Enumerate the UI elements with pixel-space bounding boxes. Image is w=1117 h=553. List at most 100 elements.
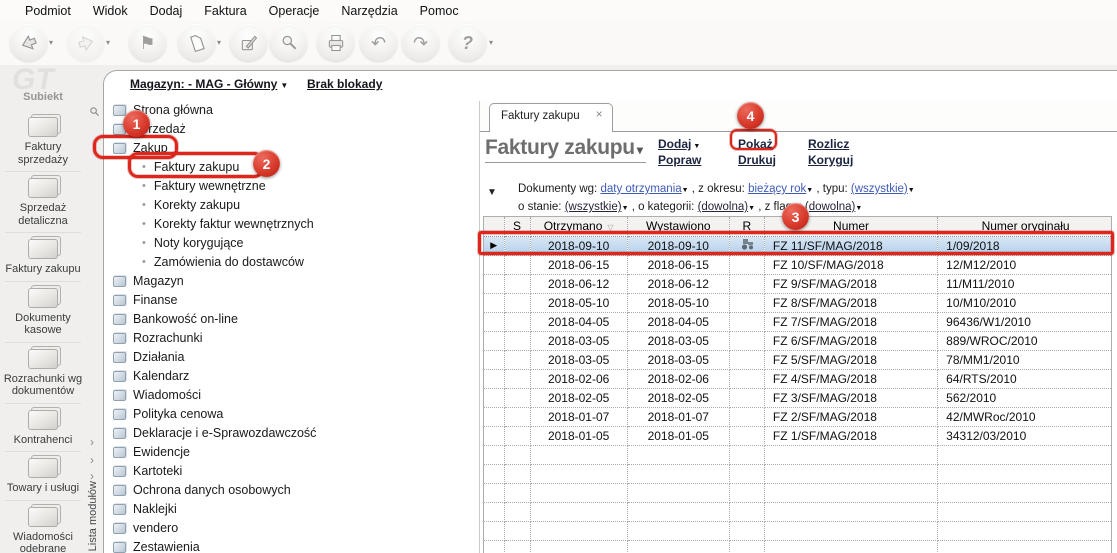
find-button[interactable] [270,24,307,61]
sidebar-item-rozrachunki[interactable]: Rozrachunki wg dokumentów [0,343,86,404]
col-numer-oryginalu[interactable]: Numer oryginału [938,217,1112,236]
menu-narzedzia[interactable]: Narzędzia [330,2,408,20]
tree-item-deklaracje[interactable]: Deklaracje i e-Sprawozdawczość [104,424,479,443]
new-document-dropdown-caret[interactable]: ▾ [217,38,221,47]
tree-item-ewidencje[interactable]: Ewidencje [104,443,479,462]
sidebar-item-towary[interactable]: Towary i usługi [0,452,86,501]
send-button[interactable] [67,24,104,61]
tree-item-vendero[interactable]: vendero [104,519,479,538]
tree-item-zakup[interactable]: Zakup [104,139,479,158]
tree-item-wiadomosci[interactable]: Wiadomości [104,386,479,405]
help-button[interactable]: ? [449,24,486,61]
tree-item-strona-glowna[interactable]: Strona główna [104,101,479,120]
chevron-down-icon[interactable]: ▼ [806,187,813,194]
tree-item-sprzedaz[interactable]: Sprzedaż [104,120,479,139]
col-otrzymano[interactable]: Otrzymano▽ [530,217,627,236]
menu-dodaj[interactable]: Dodaj [139,2,194,20]
table-row[interactable]: 2018-06-122018-06-12FZ 9/SF/MAG/201811/M… [484,274,1112,293]
popraw-link[interactable]: Popraw [658,153,738,169]
sidebar-item-faktury-sprzedazy[interactable]: Faktury sprzedaży [0,111,86,172]
tree-item-faktury-zakupu[interactable]: •Faktury zakupu [104,158,479,177]
table-row[interactable]: 2018-02-052018-02-05FZ 3/SF/MAG/2018562/… [484,388,1112,407]
menu-widok[interactable]: Widok [82,2,139,20]
sidebar-item-wiadomosci[interactable]: Wiadomości odebrane [0,501,86,553]
send-dropdown-caret[interactable]: ▾ [106,38,110,47]
tree-item-kalendarz[interactable]: Kalendarz [104,367,479,386]
close-icon[interactable]: × [596,107,603,132]
tree-item-korekty-zakupu[interactable]: •Korekty zakupu [104,196,479,215]
filter-flaga[interactable]: (dowolna) [805,201,856,213]
filter-collapse-caret[interactable]: ▼ [487,187,497,198]
koryguj-link[interactable]: Koryguj [808,153,898,169]
sidebar-item-faktury-zakupu[interactable]: Faktury zakupu [0,233,86,282]
chevron-down-icon[interactable]: ▼ [622,205,629,212]
tree-item-kartoteki[interactable]: Kartoteki [104,462,479,481]
sidebar-item-sprzedaz-detaliczna[interactable]: Sprzedaż detaliczna [0,172,86,233]
col-r[interactable]: R [729,217,764,236]
open-button[interactable] [10,24,47,61]
tree-item-bankowosc[interactable]: Bankowość on-line [104,310,479,329]
menu-pomoc[interactable]: Pomoc [409,2,470,20]
tree-item-faktury-wewnetrzne[interactable]: •Faktury wewnętrzne [104,177,479,196]
undo-button[interactable]: ↶ [360,24,397,61]
drukuj-link[interactable]: Drukuj [738,153,808,169]
tree-item-finanse[interactable]: Finanse [104,291,479,310]
table-row[interactable]: 2018-02-062018-02-06FZ 4/SF/MAG/201864/R… [484,369,1112,388]
warehouse-selector-link[interactable]: Magazyn: - MAG - Główny▼ [130,77,288,91]
print-button[interactable] [317,24,354,61]
pin-icon[interactable] [89,106,100,120]
tree-item-zamowienia[interactable]: •Zamówienia do dostawców [104,253,479,272]
table-row[interactable]: 2018-05-102018-05-10FZ 8/SF/MAG/201810/M… [484,293,1112,312]
tree-item-korekty-faktur[interactable]: •Korekty faktur wewnętrznych [104,215,479,234]
rozlicz-link[interactable]: Rozlicz [808,137,898,153]
tree-item-naklejki[interactable]: Naklejki [104,500,479,519]
filter-stan[interactable]: (wszystkie) [565,201,622,213]
col-s[interactable]: S [504,217,530,236]
table-row[interactable]: 2018-03-052018-03-05FZ 6/SF/MAG/2018889/… [484,331,1112,350]
chevron-down-icon[interactable]: ▼ [682,187,689,194]
sidebar-item-kontrahenci[interactable]: Kontrahenci [0,404,86,453]
tree-item-zestawienia[interactable]: Zestawienia [104,538,479,553]
filter-okres[interactable]: bieżący rok [748,183,806,195]
module-list-vertical-label[interactable]: Lista modułów [87,481,99,551]
col-wystawiono[interactable]: Wystawiono [627,217,729,236]
tree-item-noty-korygujace[interactable]: •Noty korygujące [104,234,479,253]
filter-dokumenty-wg[interactable]: daty otrzymania [600,183,681,195]
open-dropdown-caret[interactable]: ▾ [49,38,53,47]
table-row[interactable]: 2018-03-052018-03-05FZ 5/SF/MAG/201878/M… [484,350,1112,369]
tree-item-polityka-cenowa[interactable]: Polityka cenowa [104,405,479,424]
table-row[interactable]: 2018-01-072018-01-07FZ 2/SF/MAG/201842/M… [484,407,1112,426]
module-sidebar: GT Subiekt Faktury sprzedaży Sprzedaż de… [0,65,86,553]
strip-chevron-3[interactable]: › [90,471,94,481]
tree-item-dzialania[interactable]: Działania [104,348,479,367]
new-document-button[interactable] [178,24,215,61]
tab-faktury-zakupu[interactable]: Faktury zakupu × [489,103,613,132]
filter-kategoria[interactable]: (dowolna) [698,201,749,213]
redo-button[interactable]: ↷ [402,24,439,61]
menu-operacje[interactable]: Operacje [258,2,331,20]
chevron-down-icon[interactable]: ▼ [855,205,862,212]
dodaj-link[interactable]: Dodaj▼ [658,137,738,153]
table-row[interactable]: 2018-04-052018-04-05FZ 7/SF/MAG/20189643… [484,312,1112,331]
table-row[interactable]: 2018-06-152018-06-15FZ 10/SF/MAG/201812/… [484,255,1112,274]
filter-typ[interactable]: (wszystkie) [851,183,908,195]
strip-chevron-1[interactable]: › [90,437,94,447]
strip-chevron-2[interactable]: › [90,455,94,465]
col-numer[interactable]: Numer [764,217,937,236]
sidebar-item-dokumenty-kasowe[interactable]: Dokumenty kasowe [0,282,86,343]
table-row-selected[interactable]: ▶ 2018-09-10 2018-09-10 FZ 11/SF/MAG/201… [484,236,1112,255]
tree-item-ochrona-danych[interactable]: Ochrona danych osobowych [104,481,479,500]
edit-button[interactable] [230,24,267,61]
tree-item-rozrachunki[interactable]: Rozrachunki [104,329,479,348]
help-dropdown-caret[interactable]: ▾ [489,38,493,47]
table-row[interactable]: 2018-01-052018-01-05FZ 1/SF/MAG/20183431… [484,426,1112,445]
menu-podmiot[interactable]: Podmiot [14,2,82,20]
flag-button[interactable]: ⚑ [129,24,166,61]
chevron-down-icon[interactable]: ▼ [748,205,755,212]
title-dropdown-caret[interactable]: ▾ [637,143,643,157]
chevron-down-icon[interactable]: ▼ [908,187,915,194]
pokaz-link[interactable]: Pokaż [738,137,808,153]
tree-item-magazyn[interactable]: Magazyn [104,272,479,291]
lock-status-link[interactable]: Brak blokady [307,77,382,91]
menu-faktura[interactable]: Faktura [193,2,257,20]
